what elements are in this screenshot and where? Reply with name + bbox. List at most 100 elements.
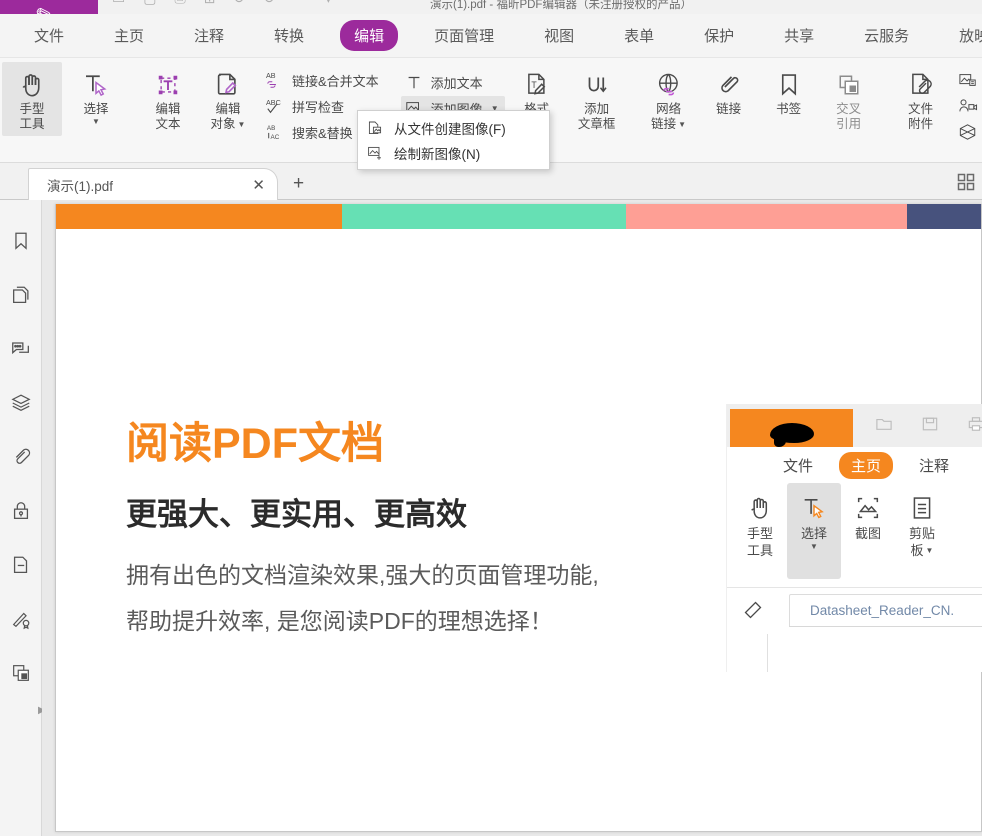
menu-item-file[interactable]: 文件: [20, 20, 78, 51]
file-attachment-button[interactable]: 文件 附件: [891, 62, 951, 136]
add-article-box-label-1: 添加: [584, 102, 609, 117]
hand-tool-button[interactable]: 手型 工具: [2, 62, 62, 136]
security-icon[interactable]: [8, 498, 34, 524]
audio-video-button[interactable]: 音频 & 视频: [955, 94, 982, 118]
menu-item-edit[interactable]: 编辑: [340, 20, 398, 51]
fields-icon[interactable]: [8, 552, 34, 578]
image-annotation-button[interactable]: 图像标注: [955, 68, 982, 92]
menu-item-create-image-from-file[interactable]: 从文件创建图像(F): [358, 115, 549, 140]
edit-object-label-2: 对象: [211, 117, 236, 132]
menu-item-draw-new-image[interactable]: 绘制新图像(N): [358, 140, 549, 165]
layers-icon[interactable]: [8, 390, 34, 416]
link-button[interactable]: 链接: [699, 62, 759, 121]
menu-bar: 文件 主页 注释 转换 编辑 页面管理 视图 表单 保护 共享 云服务 放映 辅…: [0, 14, 982, 58]
embedded-hand-tool-label-2: 工具: [747, 542, 773, 559]
ribbon-group-media: 文件 附件 图像标注: [891, 58, 982, 162]
ribbon-group-links: 网络 链接 ▼ 链接: [639, 58, 879, 162]
create-pdf-icon[interactable]: ⊞: [204, 0, 216, 6]
embedded-tool-row: 手型 工具 选择 ▼: [727, 483, 982, 585]
embedded-snapshot-label: 截图: [855, 525, 881, 542]
page-paragraph: 拥有出色的文档渲染效果,强大的页面管理功能, 帮助提升效率, 是您阅读PDF的理…: [126, 552, 599, 644]
attachments-icon[interactable]: [8, 444, 34, 470]
embedded-divider: [789, 626, 982, 627]
select-text-icon: [81, 68, 111, 102]
embedded-snapshot-tool: 截图: [841, 483, 895, 542]
select-text-caret-icon[interactable]: ▼: [92, 118, 100, 126]
svg-text:AB: AB: [266, 71, 276, 80]
edit-object-icon: [213, 68, 243, 102]
embedded-tab-home: 主页: [839, 452, 893, 479]
document-tab[interactable]: 演示(1).pdf ✕: [28, 168, 278, 200]
close-icon[interactable]: ✕: [248, 176, 269, 194]
embedded-print-icon: [967, 416, 982, 432]
cross-reference-label-2: 引用: [836, 117, 861, 132]
bookmark-button[interactable]: 书签: [759, 62, 819, 121]
menu-item-home[interactable]: 主页: [100, 20, 158, 51]
add-3d-button[interactable]: 添加3D: [955, 120, 982, 144]
audio-video-icon: [957, 96, 979, 116]
web-link-label-1: 网络: [656, 102, 681, 117]
document-viewport[interactable]: 阅读PDF文档 更强大、更实用、更高效 拥有出色的文档渲染效果,强大的页面管理功…: [42, 200, 982, 836]
embedded-tab-file: 文件: [771, 452, 825, 479]
quick-access-toolbar: ▭ ▢ ⎙ ⊞ ↺ ↻ ⌒ ▾: [112, 0, 332, 6]
history-icon[interactable]: ⌒: [293, 0, 307, 6]
embedded-file-tab: Datasheet_Reader_CN.: [789, 594, 982, 626]
page-title: 阅读PDF文档: [126, 409, 384, 471]
edit-text-button[interactable]: 编辑 文本: [138, 62, 198, 136]
edit-object-caret-icon[interactable]: ▼: [238, 121, 246, 129]
add-article-box-button[interactable]: 添加 文章框: [567, 62, 627, 136]
foxit-logo-icon: ✎: [0, 0, 98, 14]
signatures-icon[interactable]: [8, 606, 34, 632]
redo-icon[interactable]: ↻: [263, 0, 275, 6]
page-paragraph-line-2: 帮助提升效率, 是您阅读PDF的理想选择！: [126, 598, 599, 644]
svg-text:AC: AC: [271, 134, 280, 141]
format-icon: T: [522, 68, 552, 102]
comments-icon[interactable]: [8, 336, 34, 362]
menu-item-page-manage[interactable]: 页面管理: [420, 20, 508, 51]
print-icon[interactable]: ⎙: [174, 0, 185, 6]
embedded-screenshot-image: 文件 主页 注释 手型 工具: [726, 404, 982, 672]
web-link-icon: [654, 68, 684, 102]
svg-text:T: T: [531, 80, 537, 90]
embedded-open-icon: [875, 416, 893, 432]
menu-item-cloud[interactable]: 云服务: [850, 20, 923, 51]
save-icon[interactable]: ▢: [143, 0, 156, 6]
select-text-button[interactable]: 选择 ▼: [66, 62, 126, 130]
select-text-label: 选择: [83, 102, 108, 117]
menu-item-form[interactable]: 表单: [610, 20, 668, 51]
page-thumbnails-icon[interactable]: [8, 282, 34, 308]
file-attachment-label-1: 文件: [908, 102, 933, 117]
band-navy: [907, 204, 981, 229]
tab-grid-view-icon[interactable]: [956, 172, 976, 192]
document-tab-label: 演示(1).pdf: [47, 175, 248, 195]
stamps-icon[interactable]: [8, 660, 34, 686]
menu-item-view[interactable]: 视图: [530, 20, 588, 51]
band-pink: [626, 204, 907, 229]
embedded-hand-tool: 手型 工具: [733, 483, 787, 559]
cross-reference-button[interactable]: 交叉 引用: [819, 62, 879, 136]
image-annotation-icon: [957, 70, 979, 90]
bookmarks-icon[interactable]: [8, 228, 34, 254]
embedded-select-tool-label: 选择: [801, 525, 827, 542]
spell-check-icon: ABC: [264, 96, 286, 116]
band-green: [342, 204, 626, 229]
web-link-button[interactable]: 网络 链接 ▼: [639, 62, 699, 136]
menu-item-convert[interactable]: 转换: [260, 20, 318, 51]
new-tab-button[interactable]: +: [293, 174, 304, 193]
menu-item-comment[interactable]: 注释: [180, 20, 238, 51]
customize-qat-icon[interactable]: ▾: [325, 0, 332, 6]
menu-item-protect[interactable]: 保护: [690, 20, 748, 51]
open-icon[interactable]: ▭: [112, 0, 125, 6]
hand-tool-label-1: 手型: [19, 102, 44, 117]
media-small-buttons: 图像标注 音频 & 视频: [951, 62, 982, 144]
edit-object-button[interactable]: 编辑 对象 ▼: [198, 62, 258, 136]
menu-item-share[interactable]: 共享: [770, 20, 828, 51]
undo-icon[interactable]: ↺: [233, 0, 245, 6]
menu-item-present[interactable]: 放映: [945, 20, 982, 51]
add-text-button[interactable]: 添加文本: [401, 70, 505, 94]
snapshot-icon: [854, 491, 882, 525]
web-link-caret-icon[interactable]: ▼: [678, 121, 686, 129]
link-label: 链接: [716, 102, 741, 117]
link-merge-text-button[interactable]: AB 链接&合并文本: [262, 68, 385, 92]
ribbon-group-edit-content: 编辑 文本 编辑 对象 ▼: [138, 58, 385, 162]
